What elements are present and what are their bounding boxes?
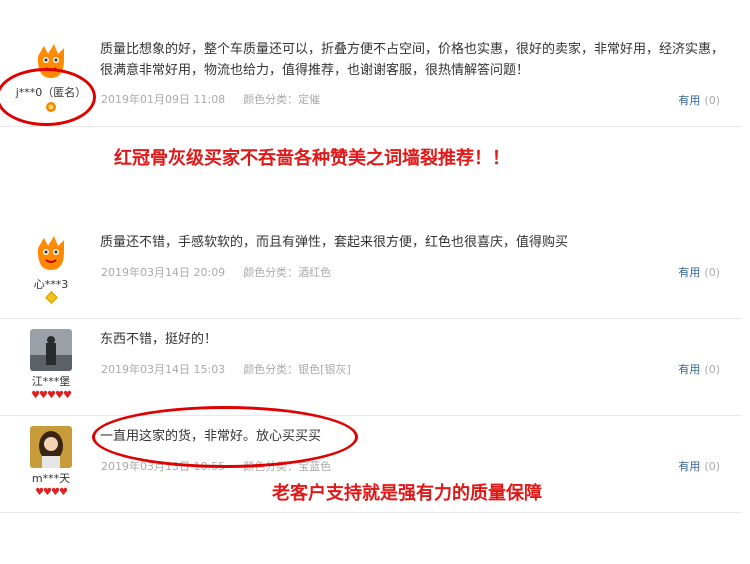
heart-rank-icon: ♥♥♥♥♥ xyxy=(31,390,72,401)
diamond-rank-icon xyxy=(10,291,92,305)
useful-count: (0) xyxy=(704,363,720,376)
review-item: 心***3 质量还不错，手感软软的，而且有弹性，套起来很方便，红色也很喜庆，值得… xyxy=(0,222,742,319)
review-text: 质量还不错，手感软软的，而且有弹性，套起来很方便，红色也很喜庆，值得购买 xyxy=(100,235,569,250)
useful-button[interactable]: 有用 (0) xyxy=(678,458,720,474)
user-avatar[interactable] xyxy=(30,232,72,274)
useful-button[interactable]: 有用 (0) xyxy=(678,264,720,280)
review-item: j***0（匿名） 质量比想象的好，整个车质量还可以，折叠方便不占空间，价格也实… xyxy=(0,0,742,127)
useful-button[interactable]: 有用 (0) xyxy=(678,92,720,108)
useful-label: 有用 xyxy=(678,266,701,279)
review-date: 2019年01月09日 11:08 xyxy=(101,93,226,106)
useful-label: 有用 xyxy=(678,460,701,473)
useful-count: (0) xyxy=(704,266,720,279)
useful-label: 有用 xyxy=(678,363,701,376)
review-text: 质量比想象的好，整个车质量还可以，折叠方便不占空间，价格也实惠，很好的卖家，非常… xyxy=(100,42,725,78)
review-meta: 2019年03月14日 15:03 颜色分类：银色[银灰] xyxy=(101,361,351,377)
heart-rank-icon: ♥♥♥♥ xyxy=(35,487,68,498)
review-text: 东西不错，挺好的！ xyxy=(100,332,218,347)
review-item: 江***堡 ♥♥♥♥♥ 东西不错，挺好的！ 2019年03月14日 15:03 颜… xyxy=(0,319,742,416)
useful-label: 有用 xyxy=(678,94,701,107)
useful-button[interactable]: 有用 (0) xyxy=(678,361,720,377)
review-meta: 2019年03月14日 20:09 颜色分类：酒红色 xyxy=(101,264,331,280)
username: 江***堡 xyxy=(31,375,71,388)
sku-info: 颜色分类：定催 xyxy=(243,93,321,106)
sku-info: 颜色分类：银色[银灰] xyxy=(243,363,351,376)
user-avatar[interactable] xyxy=(30,426,72,468)
review-meta: 2019年01月09日 11:08 颜色分类：定催 xyxy=(101,91,320,107)
username: m***天 xyxy=(31,472,71,485)
username: 心***3 xyxy=(33,278,69,291)
highlight-ellipse-user xyxy=(0,68,96,126)
useful-count: (0) xyxy=(704,460,720,473)
annotation-bottom: 老客户支持就是强有力的质量保障 xyxy=(272,483,542,504)
review-date: 2019年03月14日 20:09 xyxy=(101,266,226,279)
annotation-top: 红冠骨灰级买家不呑啬各种赞美之词墙裂推荐！！ xyxy=(114,148,510,169)
review-date: 2019年03月14日 15:03 xyxy=(101,363,226,376)
highlight-ellipse-review xyxy=(92,406,358,468)
user-avatar[interactable] xyxy=(30,329,72,371)
sku-info: 颜色分类：酒红色 xyxy=(243,266,332,279)
useful-count: (0) xyxy=(704,94,720,107)
